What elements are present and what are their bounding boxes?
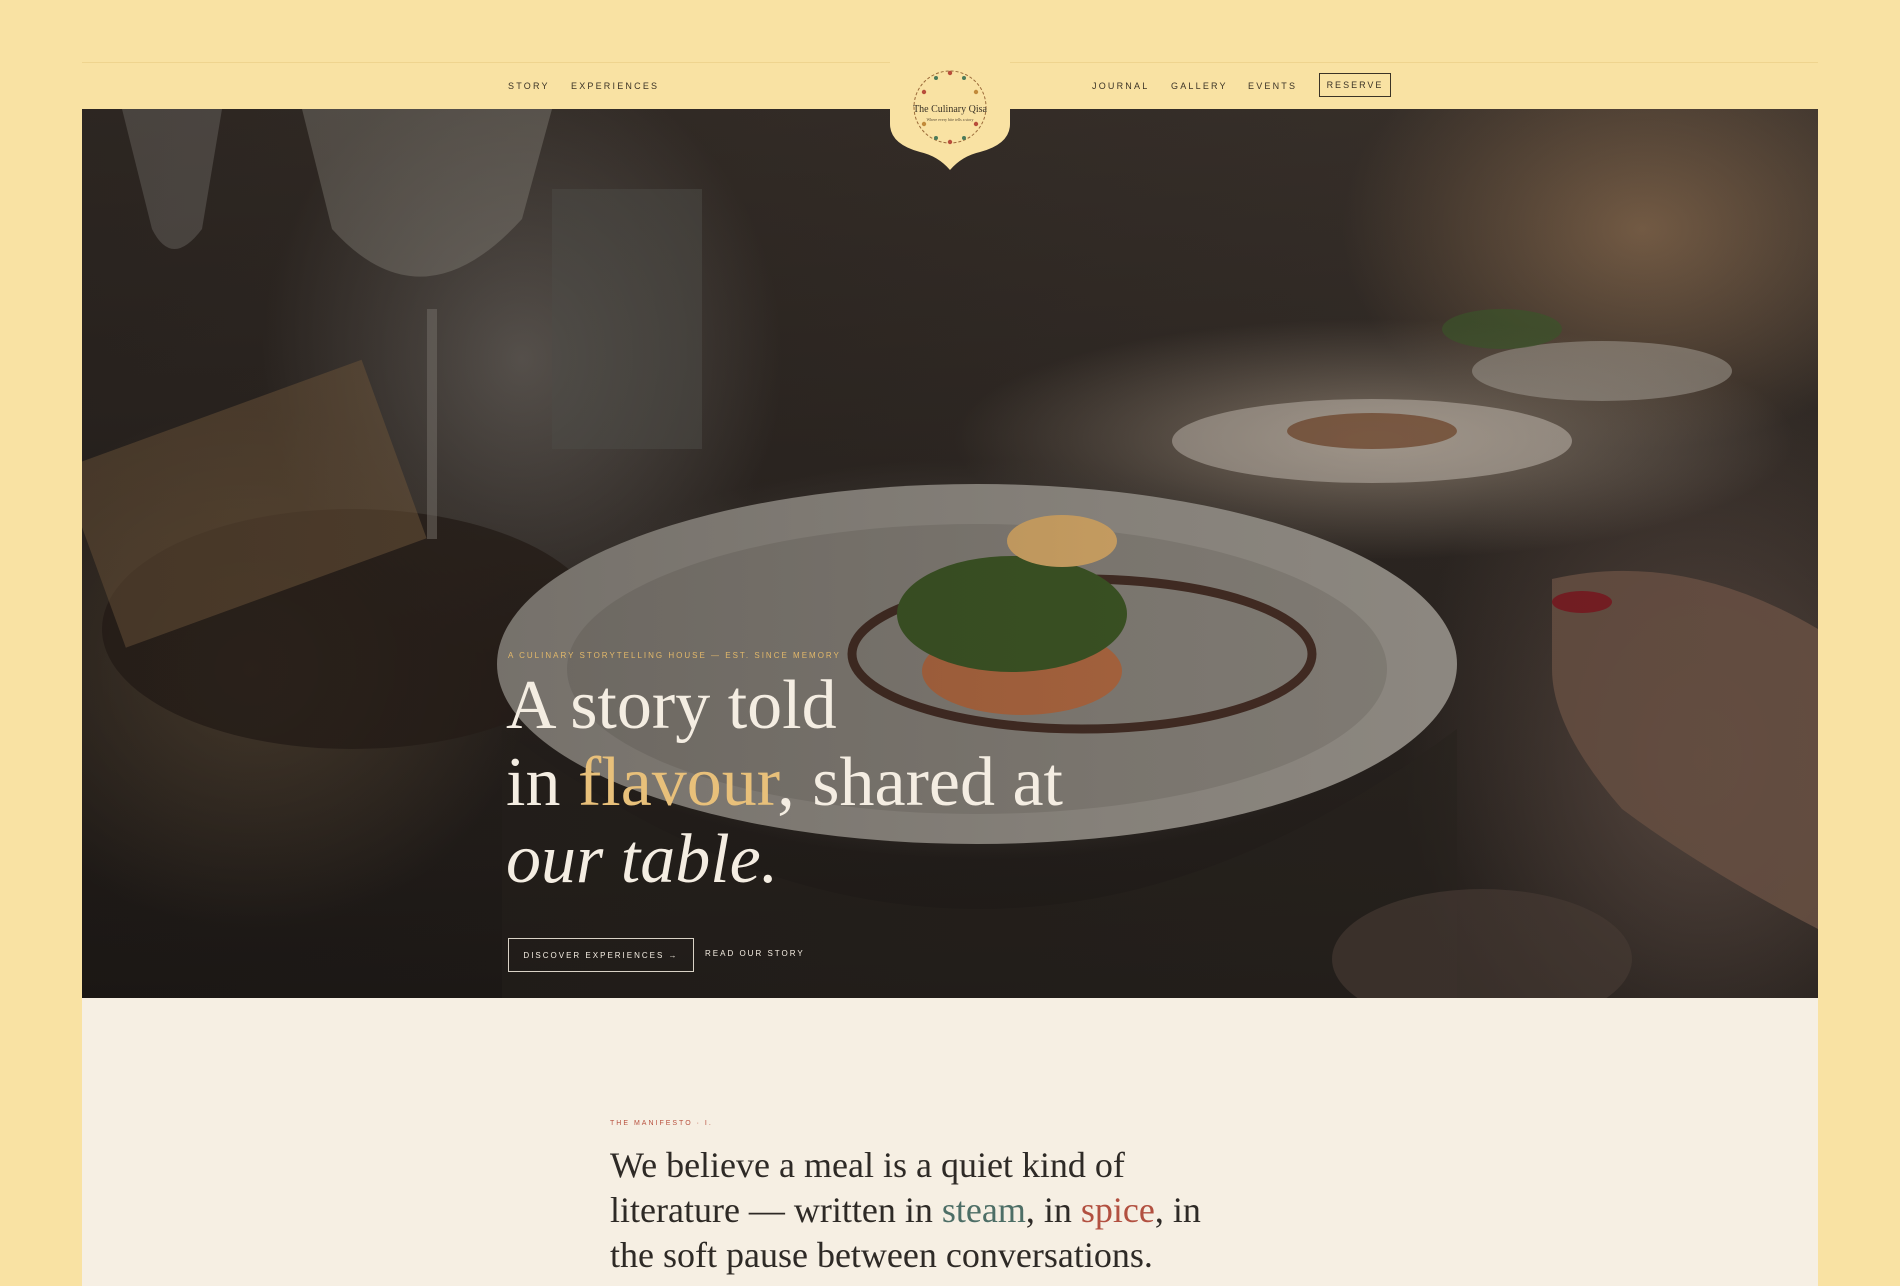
- nav-link-story[interactable]: STORY: [508, 81, 550, 91]
- hero-title-rest: , shared at: [777, 744, 1064, 821]
- manifesto-line2-b: , in: [1025, 1190, 1081, 1230]
- manifesto-word-spice: spice: [1080, 1190, 1155, 1230]
- hero-title-line1: A story told: [506, 667, 837, 744]
- nav-link-experiences[interactable]: EXPERIENCES: [571, 81, 659, 91]
- manifesto-line1: We believe a meal is a quiet kind of: [610, 1145, 1125, 1185]
- hero-title: A story told in flavour, shared at our t…: [506, 667, 1266, 898]
- manifesto-line3: the soft pause between conversations.: [610, 1235, 1153, 1275]
- manifesto-word-steam: steam: [941, 1190, 1026, 1230]
- hero-eyebrow: A CULINARY STORYTELLING HOUSE — EST. SIN…: [508, 651, 841, 660]
- manifesto-eyebrow: THE MANIFESTO · I.: [610, 1120, 713, 1127]
- discover-experiences-button[interactable]: DISCOVER EXPERIENCES →: [508, 938, 694, 972]
- logo-name[interactable]: The Culinary Qisa: [890, 104, 1010, 115]
- page-frame: STORY EXPERIENCES JOURNAL GALLERY EVENTS…: [82, 62, 1818, 1286]
- reserve-button[interactable]: RESERVE: [1319, 73, 1391, 97]
- nav-link-journal[interactable]: JOURNAL: [1092, 81, 1149, 91]
- nav-link-events[interactable]: EVENTS: [1248, 81, 1297, 91]
- hero-title-accent: flavour: [577, 744, 778, 821]
- manifesto-line2-a: literature — written in: [610, 1190, 942, 1230]
- read-our-story-link[interactable]: READ OUR STORY: [705, 949, 805, 958]
- manifesto-text: We believe a meal is a quiet kind of lit…: [610, 1143, 1310, 1278]
- hero-title-italic: our table.: [506, 821, 779, 898]
- hero-title-in: in: [506, 744, 578, 821]
- hero-image: A CULINARY STORYTELLING HOUSE — EST. SIN…: [82, 109, 1818, 998]
- nav-link-gallery[interactable]: GALLERY: [1171, 81, 1228, 91]
- manifesto-line2-c: , in: [1154, 1190, 1201, 1230]
- logo-tagline: Where every bite tells a story: [926, 117, 974, 122]
